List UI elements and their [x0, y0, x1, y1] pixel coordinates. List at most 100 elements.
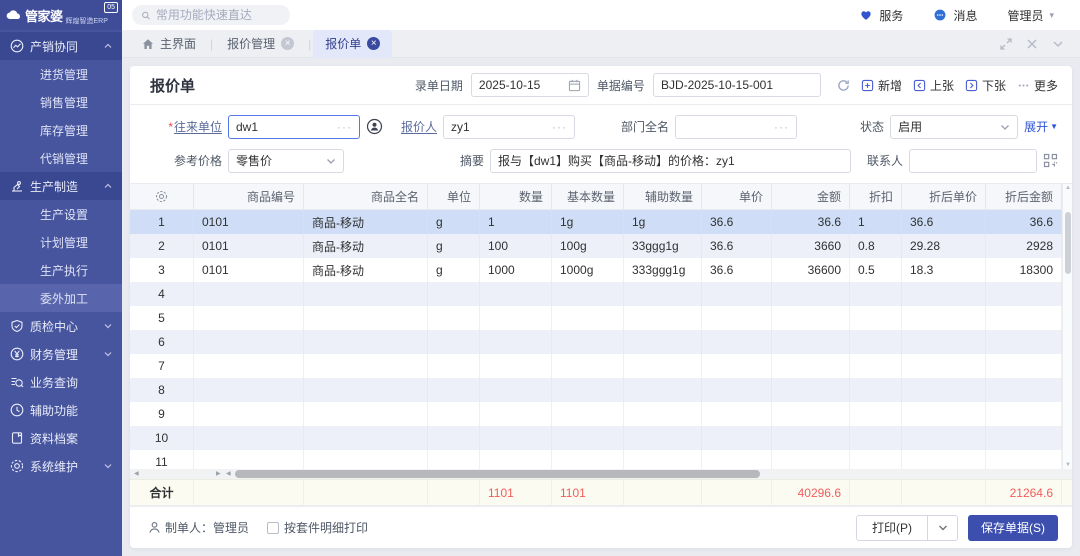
- partner-field[interactable]: ···: [228, 115, 360, 139]
- column-header[interactable]: 数量: [480, 184, 552, 209]
- table-row[interactable]: 7: [130, 354, 1062, 378]
- record-date-field[interactable]: [471, 73, 589, 97]
- table-cell[interactable]: [428, 450, 480, 469]
- table-cell[interactable]: 100g: [552, 234, 624, 258]
- table-row[interactable]: 9: [130, 402, 1062, 426]
- table-cell[interactable]: [552, 306, 624, 330]
- table-cell[interactable]: [702, 378, 772, 402]
- table-cell[interactable]: [480, 306, 552, 330]
- sidebar-item-outsourcing[interactable]: 委外加工: [0, 284, 122, 312]
- contact-input[interactable]: [917, 154, 1029, 168]
- record-date-input[interactable]: [479, 78, 564, 92]
- table-cell[interactable]: [772, 282, 850, 306]
- table-cell[interactable]: [624, 282, 702, 306]
- table-cell[interactable]: [194, 402, 304, 426]
- table-cell[interactable]: [428, 378, 480, 402]
- table-cell[interactable]: [902, 426, 986, 450]
- table-cell[interactable]: [304, 282, 428, 306]
- table-cell[interactable]: [986, 450, 1062, 469]
- row-number[interactable]: 5: [130, 306, 194, 330]
- row-number[interactable]: 9: [130, 402, 194, 426]
- doc-no-field[interactable]: [653, 73, 821, 97]
- row-number[interactable]: 6: [130, 330, 194, 354]
- table-cell[interactable]: [624, 378, 702, 402]
- user-menu[interactable]: 管理员 ▾: [1007, 7, 1054, 24]
- table-cell[interactable]: 36.6: [702, 258, 772, 282]
- table-cell[interactable]: 36.6: [702, 210, 772, 234]
- sidebar-item-system[interactable]: 系统维护: [0, 452, 122, 480]
- table-cell[interactable]: [304, 330, 428, 354]
- table-row[interactable]: 20101商品-移动g100100g33ggg1g36.636600.829.2…: [130, 234, 1062, 258]
- dept-input[interactable]: [683, 120, 770, 134]
- close-tab-icon[interactable]: ×: [281, 37, 294, 50]
- table-cell[interactable]: [986, 426, 1062, 450]
- table-cell[interactable]: [304, 450, 428, 469]
- table-cell[interactable]: g: [428, 210, 480, 234]
- table-cell[interactable]: 0.8: [850, 234, 902, 258]
- table-row[interactable]: 10: [130, 426, 1062, 450]
- doc-no-input[interactable]: [661, 78, 813, 92]
- table-row[interactable]: 5: [130, 306, 1062, 330]
- prev-button[interactable]: 上张: [913, 77, 954, 94]
- tab-quote-form[interactable]: 报价单×: [313, 30, 392, 58]
- sidebar-item-plan[interactable]: 计划管理: [0, 228, 122, 256]
- table-cell[interactable]: [194, 330, 304, 354]
- table-cell[interactable]: g: [428, 234, 480, 258]
- table-cell[interactable]: [702, 402, 772, 426]
- column-header[interactable]: 折后金额: [986, 184, 1062, 209]
- column-header[interactable]: 基本数量: [552, 184, 624, 209]
- table-cell[interactable]: [902, 330, 986, 354]
- table-cell[interactable]: [850, 306, 902, 330]
- table-cell[interactable]: [902, 282, 986, 306]
- tab-list-chevron-icon[interactable]: [1052, 38, 1064, 50]
- table-cell[interactable]: [552, 378, 624, 402]
- row-number[interactable]: 2: [130, 234, 194, 258]
- table-cell[interactable]: 0101: [194, 234, 304, 258]
- table-cell[interactable]: [304, 354, 428, 378]
- table-cell[interactable]: g: [428, 258, 480, 282]
- new-button[interactable]: 新增: [861, 77, 902, 94]
- table-cell[interactable]: 商品-移动: [304, 210, 428, 234]
- horizontal-scroll-thumb[interactable]: [235, 470, 760, 478]
- table-cell[interactable]: 18.3: [902, 258, 986, 282]
- table-cell[interactable]: [772, 450, 850, 469]
- table-cell[interactable]: [702, 330, 772, 354]
- sidebar-item-production[interactable]: 生产制造: [0, 172, 122, 200]
- table-cell[interactable]: [986, 306, 1062, 330]
- table-cell[interactable]: 36600: [772, 258, 850, 282]
- table-cell[interactable]: [304, 426, 428, 450]
- table-row[interactable]: 6: [130, 330, 1062, 354]
- table-cell[interactable]: [428, 354, 480, 378]
- column-header[interactable]: 折后单价: [902, 184, 986, 209]
- table-cell[interactable]: [702, 426, 772, 450]
- scroll-up-icon[interactable]: ▲: [1065, 185, 1071, 191]
- tab-quote-mgmt[interactable]: 报价管理×: [215, 30, 306, 58]
- print-dropdown-button[interactable]: [928, 515, 958, 541]
- expand-link[interactable]: 展开▼: [1024, 118, 1058, 135]
- sidebar-item-qc[interactable]: 质检中心: [0, 312, 122, 340]
- table-cell[interactable]: 33ggg1g: [624, 234, 702, 258]
- table-cell[interactable]: 1000g: [552, 258, 624, 282]
- table-cell[interactable]: [480, 378, 552, 402]
- tab-home[interactable]: 主界面: [130, 30, 208, 58]
- sidebar-item-prod-exec[interactable]: 生产执行: [0, 256, 122, 284]
- table-cell[interactable]: 商品-移动: [304, 234, 428, 258]
- dept-field[interactable]: ···: [675, 115, 797, 139]
- table-cell[interactable]: [902, 378, 986, 402]
- table-cell[interactable]: [850, 330, 902, 354]
- table-cell[interactable]: [850, 354, 902, 378]
- column-header[interactable]: 商品编号: [194, 184, 304, 209]
- table-cell[interactable]: 1: [480, 210, 552, 234]
- column-header[interactable]: 辅助数量: [624, 184, 702, 209]
- scroll-left-icon[interactable]: ◀: [226, 471, 231, 477]
- column-header[interactable]: 单位: [428, 184, 480, 209]
- table-cell[interactable]: [552, 450, 624, 469]
- fullscreen-icon[interactable]: [1000, 38, 1012, 50]
- service-button[interactable]: 服务: [859, 7, 903, 24]
- contact-field[interactable]: [909, 149, 1037, 173]
- table-cell[interactable]: [850, 450, 902, 469]
- refresh-button[interactable]: [837, 79, 850, 92]
- calendar-icon[interactable]: [568, 79, 581, 92]
- column-header[interactable]: 商品全名: [304, 184, 428, 209]
- table-cell[interactable]: [772, 426, 850, 450]
